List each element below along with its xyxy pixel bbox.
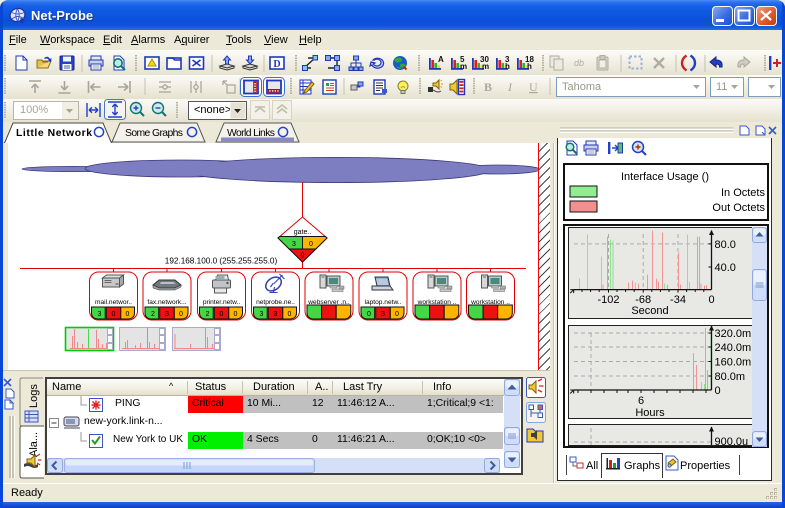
svg-text:Hours: Hours (635, 407, 665, 419)
svg-text:db: db (574, 58, 584, 68)
svg-text:6: 6 (638, 395, 644, 407)
svg-text:Second: Second (631, 305, 668, 317)
svg-text:80.0m: 80.0m (715, 371, 746, 383)
svg-text:webserver .n..: webserver .n.. (307, 299, 350, 306)
svg-text:0: 0 (179, 311, 183, 318)
svg-text:Interface Usage (): Interface Usage () (621, 171, 709, 183)
svg-text:workstation ..: workstation .. (470, 299, 510, 306)
svg-text:3: 3 (381, 311, 385, 318)
svg-text:2: 2 (206, 311, 210, 318)
svg-text:Ala...: Ala... (28, 432, 40, 457)
svg-text:3: 3 (274, 311, 278, 318)
svg-text:h: h (505, 62, 510, 71)
svg-text:Logs: Logs (28, 384, 40, 408)
svg-text:netprobe.ne..: netprobe.ne.. (256, 299, 295, 306)
svg-text:0: 0 (288, 311, 292, 318)
svg-text:-102: -102 (597, 294, 619, 306)
svg-text:-34: -34 (670, 294, 686, 306)
svg-text:h: h (527, 62, 532, 71)
svg-text:laptop.netw..: laptop.netw.. (364, 299, 401, 306)
svg-text:Graphs: Graphs (624, 460, 661, 472)
svg-text:D: D (273, 59, 280, 70)
svg-text:0: 0 (220, 311, 224, 318)
svg-text:0: 0 (395, 311, 399, 318)
svg-text:In Octets: In Octets (721, 187, 766, 199)
svg-text:printer.netw..: printer.netw.. (203, 299, 241, 306)
svg-text:3: 3 (165, 311, 169, 318)
svg-text:40.0: 40.0 (715, 262, 736, 274)
svg-text:0: 0 (708, 294, 714, 306)
svg-text:0: 0 (112, 311, 116, 318)
svg-text:workstation ..: workstation .. (417, 299, 457, 306)
svg-text:Out Octets: Out Octets (712, 202, 765, 214)
svg-text:2: 2 (151, 311, 155, 318)
svg-text:0: 0 (309, 241, 313, 248)
svg-text:Little Network: Little Network (16, 128, 92, 139)
svg-text:Properties: Properties (680, 460, 731, 472)
svg-text:240.0m: 240.0m (715, 342, 752, 354)
svg-text:3: 3 (260, 311, 264, 318)
svg-text:160.0m: 160.0m (715, 357, 752, 369)
svg-text:3: 3 (292, 241, 296, 248)
svg-text:All: All (586, 460, 598, 472)
svg-text:m: m (482, 62, 489, 71)
svg-text:m: m (460, 62, 467, 71)
svg-text:Some Graphs: Some Graphs (125, 128, 183, 139)
svg-text:0: 0 (367, 311, 371, 318)
svg-text:B: B (484, 80, 492, 94)
svg-text:192.168.100.0 (255.255.255.0): 192.168.100.0 (255.255.255.0) (165, 257, 278, 266)
svg-text:320.0m: 320.0m (715, 328, 752, 340)
svg-text:0: 0 (715, 385, 721, 397)
svg-text:900.0u: 900.0u (715, 436, 749, 448)
svg-text:A: A (438, 55, 444, 64)
svg-text:0: 0 (126, 311, 130, 318)
svg-text:I: I (507, 80, 513, 94)
svg-text:80.0: 80.0 (715, 239, 736, 251)
svg-text:0: 0 (234, 311, 238, 318)
svg-text:World Links: World Links (227, 128, 275, 139)
svg-text:U: U (529, 80, 538, 94)
svg-text:mail.networ..: mail.networ.. (95, 299, 132, 306)
svg-text:0: 0 (301, 253, 305, 260)
svg-text:fax.network...: fax.network... (147, 299, 186, 306)
svg-text:3: 3 (98, 311, 102, 318)
svg-text:gate..: gate.. (294, 229, 312, 236)
